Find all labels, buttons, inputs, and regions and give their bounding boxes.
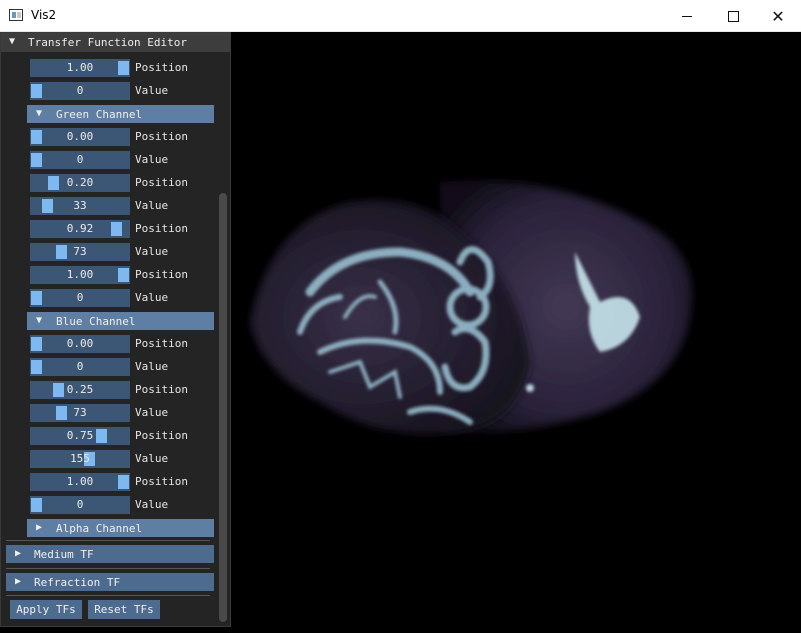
value-slider[interactable]: 0 — [30, 496, 130, 514]
panel-scrollbar[interactable] — [219, 193, 227, 622]
separator — [6, 540, 210, 541]
slider-value: 73 — [73, 406, 87, 419]
slider-label: Value — [135, 360, 169, 373]
close-button[interactable]: ✕ — [755, 0, 801, 32]
medium-tf-header[interactable]: ▶ Medium TF — [6, 545, 214, 563]
value-slider[interactable]: 155 — [30, 450, 130, 468]
value-slider[interactable]: 0 — [30, 82, 130, 100]
blue-channel-header[interactable]: ▼ Blue Channel — [27, 312, 214, 330]
slider-value: 73 — [73, 245, 87, 258]
close-icon: ✕ — [771, 6, 785, 26]
slider-value: 0 — [76, 498, 84, 511]
slider-value: 0.25 — [66, 383, 94, 396]
slider-label: Position — [135, 475, 188, 488]
refraction-tf-label: Refraction TF — [34, 576, 121, 589]
slider-value: 155 — [70, 452, 90, 465]
slider-label: Value — [135, 84, 169, 97]
value-slider[interactable]: 33 — [30, 197, 130, 215]
slider-label: Value — [135, 199, 169, 212]
slider-label: Position — [135, 268, 188, 281]
value-slider[interactable]: 0 — [30, 358, 130, 376]
slider-value: 0 — [76, 153, 84, 166]
slider-value: 0 — [76, 84, 84, 97]
reset-tfs-button[interactable]: Reset TFs — [88, 600, 160, 619]
transfer-function-panel: ▼ Transfer Function Editor 1.00 Position 0… — [0, 32, 231, 627]
slider-label: Value — [135, 498, 169, 511]
slider-value: 0.92 — [66, 222, 94, 235]
refraction-tf-header[interactable]: ▶ Refraction TF — [6, 573, 214, 591]
slider-value: 0.20 — [66, 176, 94, 189]
expanded-triangle-icon: ▼ — [36, 108, 43, 119]
slider-label: Value — [135, 245, 169, 258]
expanded-triangle-icon: ▼ — [36, 315, 43, 326]
green-channel-header[interactable]: ▼ Green Channel — [27, 105, 214, 123]
collapse-triangle-icon: ▼ — [9, 36, 16, 47]
window-title: Vis2 — [31, 8, 57, 22]
blue-channel-label: Blue Channel — [56, 315, 136, 328]
slider-label: Value — [135, 153, 169, 166]
maximize-button[interactable] — [710, 0, 756, 32]
alpha-channel-header[interactable]: ▶ Alpha Channel — [27, 519, 214, 537]
panel-title: Transfer Function Editor — [28, 36, 187, 49]
slider-label: Position — [135, 61, 188, 74]
slider-value: 0.00 — [66, 130, 94, 143]
position-slider[interactable]: 0.20 — [30, 174, 130, 192]
value-slider[interactable]: 73 — [30, 404, 130, 422]
position-slider[interactable]: 1.00 — [30, 266, 130, 284]
slider-label: Position — [135, 176, 188, 189]
slider-value: 0 — [76, 291, 84, 304]
position-slider[interactable]: 1.00 — [30, 473, 130, 491]
slider-label: Position — [135, 383, 188, 396]
minimize-button[interactable] — [664, 0, 710, 32]
value-slider[interactable]: 0 — [30, 151, 130, 169]
collapsed-triangle-icon: ▶ — [36, 522, 43, 533]
green-channel-label: Green Channel — [56, 108, 143, 121]
position-slider[interactable]: 0.75 — [30, 427, 130, 445]
slider-value: 1.00 — [66, 268, 94, 281]
slider-label: Value — [135, 452, 169, 465]
slider-label: Position — [135, 222, 188, 235]
maximize-icon — [727, 10, 739, 22]
value-slider[interactable]: 0 — [30, 289, 130, 307]
apply-tfs-button[interactable]: Apply TFs — [10, 600, 82, 619]
slider-value: 33 — [73, 199, 87, 212]
alpha-channel-label: Alpha Channel — [56, 522, 143, 535]
slider-label: Position — [135, 429, 188, 442]
position-slider[interactable]: 0.92 — [30, 220, 130, 238]
separator — [6, 595, 210, 596]
slider-label: Value — [135, 406, 169, 419]
medium-tf-label: Medium TF — [34, 548, 94, 561]
collapsed-triangle-icon: ▶ — [15, 548, 22, 559]
slider-label: Position — [135, 337, 188, 350]
slider-value: 1.00 — [66, 61, 94, 74]
position-slider[interactable]: 0.00 — [30, 128, 130, 146]
separator — [6, 568, 210, 569]
title-bar: Vis2 ✕ — [0, 0, 801, 32]
app-icon — [9, 9, 23, 21]
position-slider[interactable]: 0.00 — [30, 335, 130, 353]
slider-value: 1.00 — [66, 475, 94, 488]
slider-value: 0 — [76, 360, 84, 373]
position-slider[interactable]: 0.25 — [30, 381, 130, 399]
value-slider[interactable]: 73 — [30, 243, 130, 261]
minimize-icon — [682, 15, 692, 17]
slider-value: 0.00 — [66, 337, 94, 350]
position-slider[interactable]: 1.00 — [30, 59, 130, 77]
slider-value: 0.75 — [66, 429, 94, 442]
panel-title-bar[interactable]: ▼ Transfer Function Editor — [1, 33, 230, 52]
collapsed-triangle-icon: ▶ — [15, 576, 22, 587]
slider-label: Value — [135, 291, 169, 304]
slider-label: Position — [135, 130, 188, 143]
